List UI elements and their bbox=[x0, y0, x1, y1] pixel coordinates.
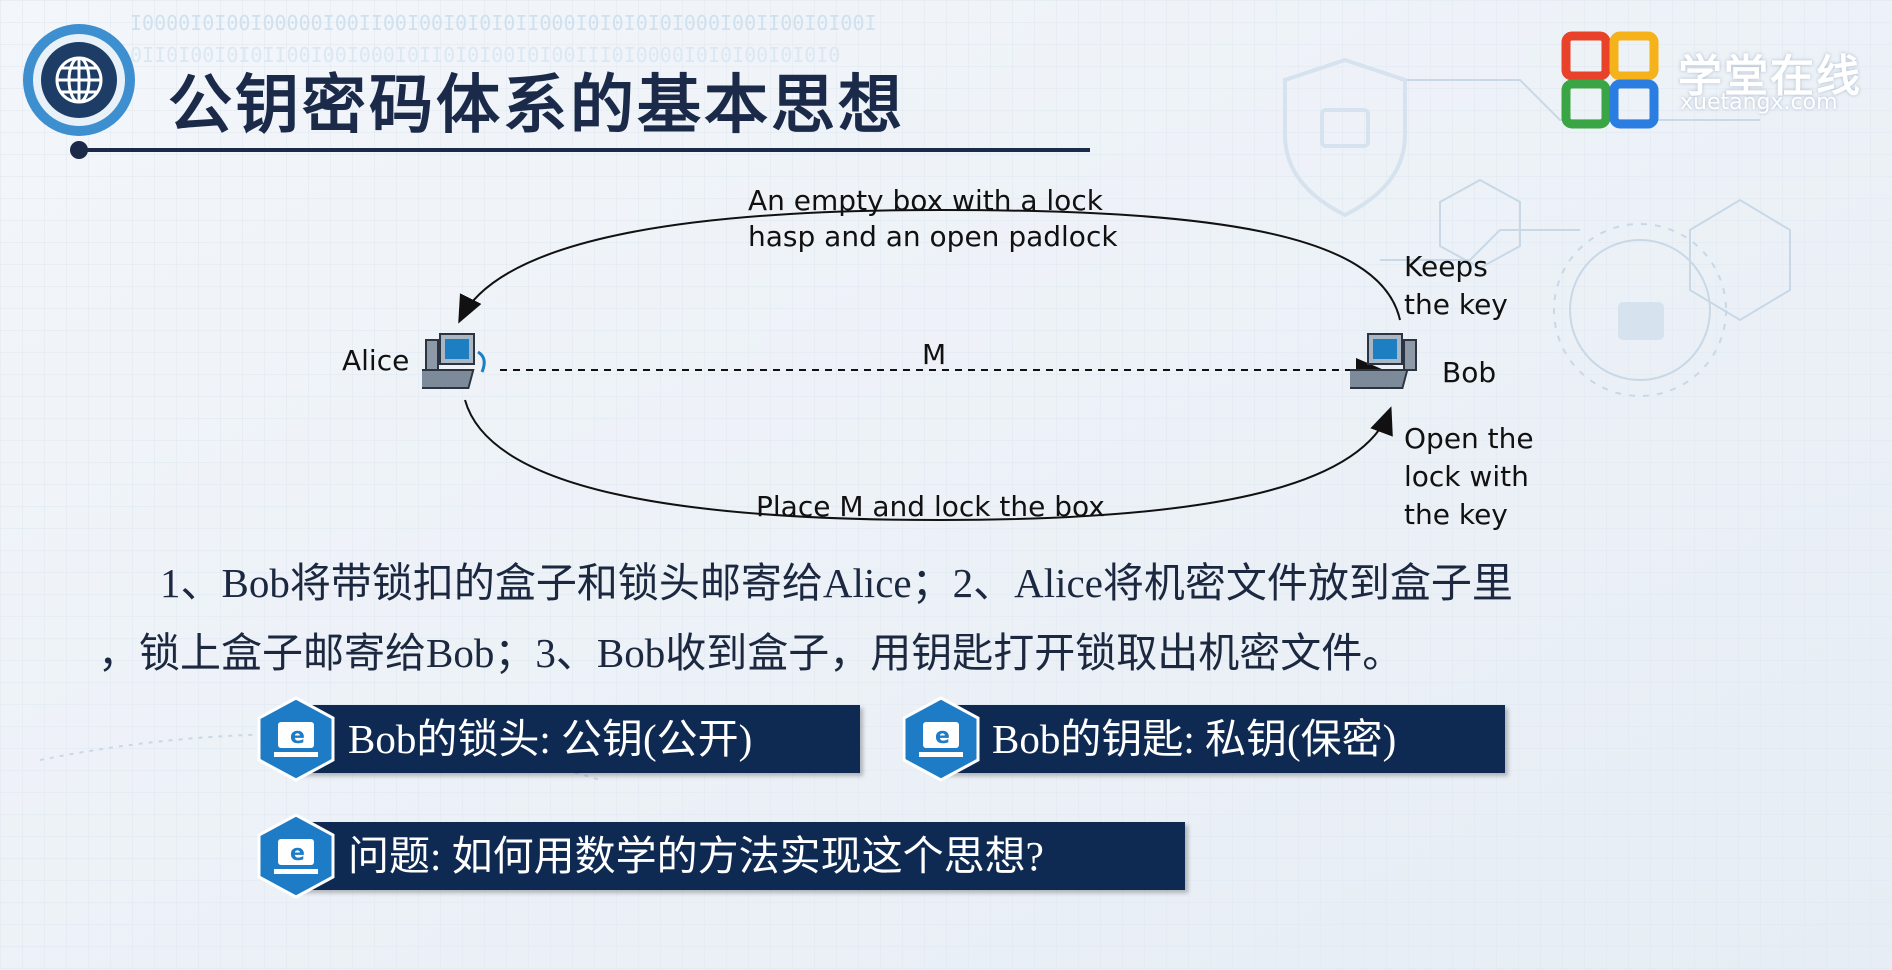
description-line1: 1、Bob将带锁扣的盒子和锁头邮寄给Alice；2、Alice将机密文件放到盒子… bbox=[160, 560, 1513, 606]
bob-label: Bob bbox=[1442, 356, 1497, 389]
globe-icon bbox=[55, 56, 103, 104]
message-label: M bbox=[922, 338, 947, 371]
keeps-key-line2: the key bbox=[1404, 288, 1508, 321]
e-learning-icon: e bbox=[902, 696, 980, 782]
public-key-text: Bob的锁头: 公钥(公开) bbox=[348, 716, 753, 762]
e-learning-icon: e bbox=[257, 696, 335, 782]
alice-label: Alice bbox=[342, 344, 410, 377]
description-line2: ，锁上盒子邮寄给Bob；3、Bob收到盒子，用钥匙打开锁取出机密文件。 bbox=[98, 630, 1404, 676]
top-arc-label-line1: An empty box with a lock bbox=[748, 184, 1103, 217]
title-area: 公钥密码体系的基本思想 bbox=[0, 0, 1100, 170]
exchange-diagram: An empty box with a lock hasp and an ope… bbox=[300, 170, 1600, 540]
svg-text:e: e bbox=[290, 841, 305, 866]
bottom-arc-label: Place M and lock the box bbox=[756, 490, 1105, 523]
computer-icon bbox=[1350, 333, 1417, 389]
brand-url: xuetangx.com bbox=[1680, 90, 1838, 115]
keeps-key-line1: Keeps bbox=[1404, 250, 1488, 283]
slide-title: 公钥密码体系的基本思想 bbox=[168, 69, 905, 143]
e-learning-icon: e bbox=[257, 813, 335, 899]
open-lock-line2: lock with bbox=[1404, 460, 1529, 493]
private-key-text: Bob的钥匙: 私钥(保密) bbox=[992, 716, 1397, 762]
open-lock-line3: the key bbox=[1404, 498, 1508, 531]
brand-logo-icon bbox=[1561, 31, 1659, 129]
svg-text:e: e bbox=[290, 724, 305, 749]
svg-text:e: e bbox=[935, 724, 950, 749]
open-lock-line1: Open the bbox=[1404, 422, 1534, 455]
top-arc-label-line2: hasp and an open padlock bbox=[748, 220, 1118, 253]
computer-icon bbox=[422, 333, 486, 389]
question-text: 问题: 如何用数学的方法实现这个思想? bbox=[348, 833, 1044, 879]
